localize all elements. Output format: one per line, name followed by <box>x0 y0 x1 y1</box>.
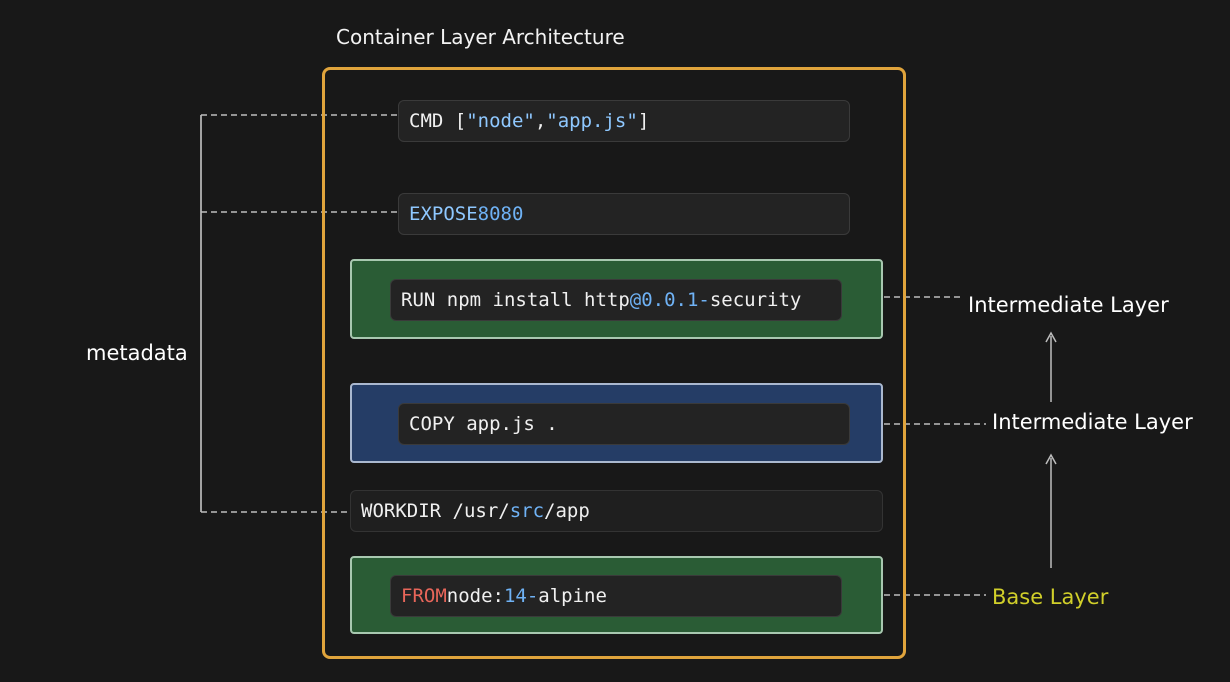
expose-instruction: EXPOSE 8080 <box>398 193 850 235</box>
diagram-title: Container Layer Architecture <box>336 25 625 49</box>
cmd-arg-app: "app.js" <box>546 110 638 132</box>
cmd-sep: , <box>534 110 547 132</box>
run-command: RUN npm install http <box>401 289 630 311</box>
from-variant: alpine <box>538 585 607 607</box>
from-keyword: FROM <box>401 585 447 607</box>
copy-command: COPY app.js . <box>409 413 558 435</box>
run-suffix: security <box>709 289 802 311</box>
expose-port: 8080 <box>477 203 524 225</box>
cmd-instruction: CMD ["node", "app.js"] <box>398 100 850 142</box>
workdir-path-start: WORKDIR /usr/ <box>361 500 510 522</box>
metadata-label: metadata <box>86 341 188 365</box>
workdir-src: src <box>509 500 545 522</box>
copy-instruction: COPY app.js . <box>398 403 850 445</box>
from-instruction: FROM node: 14- alpine <box>390 575 842 617</box>
workdir-instruction: WORKDIR /usr/src/app <box>350 490 883 532</box>
cmd-close: ] <box>637 110 650 132</box>
run-version: @0.0.1- <box>629 289 710 311</box>
run-layer-label: Intermediate Layer <box>968 293 1169 317</box>
from-image: node: <box>446 585 504 607</box>
cmd-token: CMD [ <box>409 110 467 132</box>
cmd-arg-node: "node" <box>466 110 535 132</box>
workdir-path-end: /app <box>544 500 590 522</box>
expose-keyword: EXPOSE <box>409 203 478 225</box>
copy-layer-label: Intermediate Layer <box>992 410 1193 434</box>
run-instruction: RUN npm install http @0.0.1- security <box>390 279 842 321</box>
from-version: 14- <box>503 585 539 607</box>
base-layer-label: Base Layer <box>992 585 1109 609</box>
